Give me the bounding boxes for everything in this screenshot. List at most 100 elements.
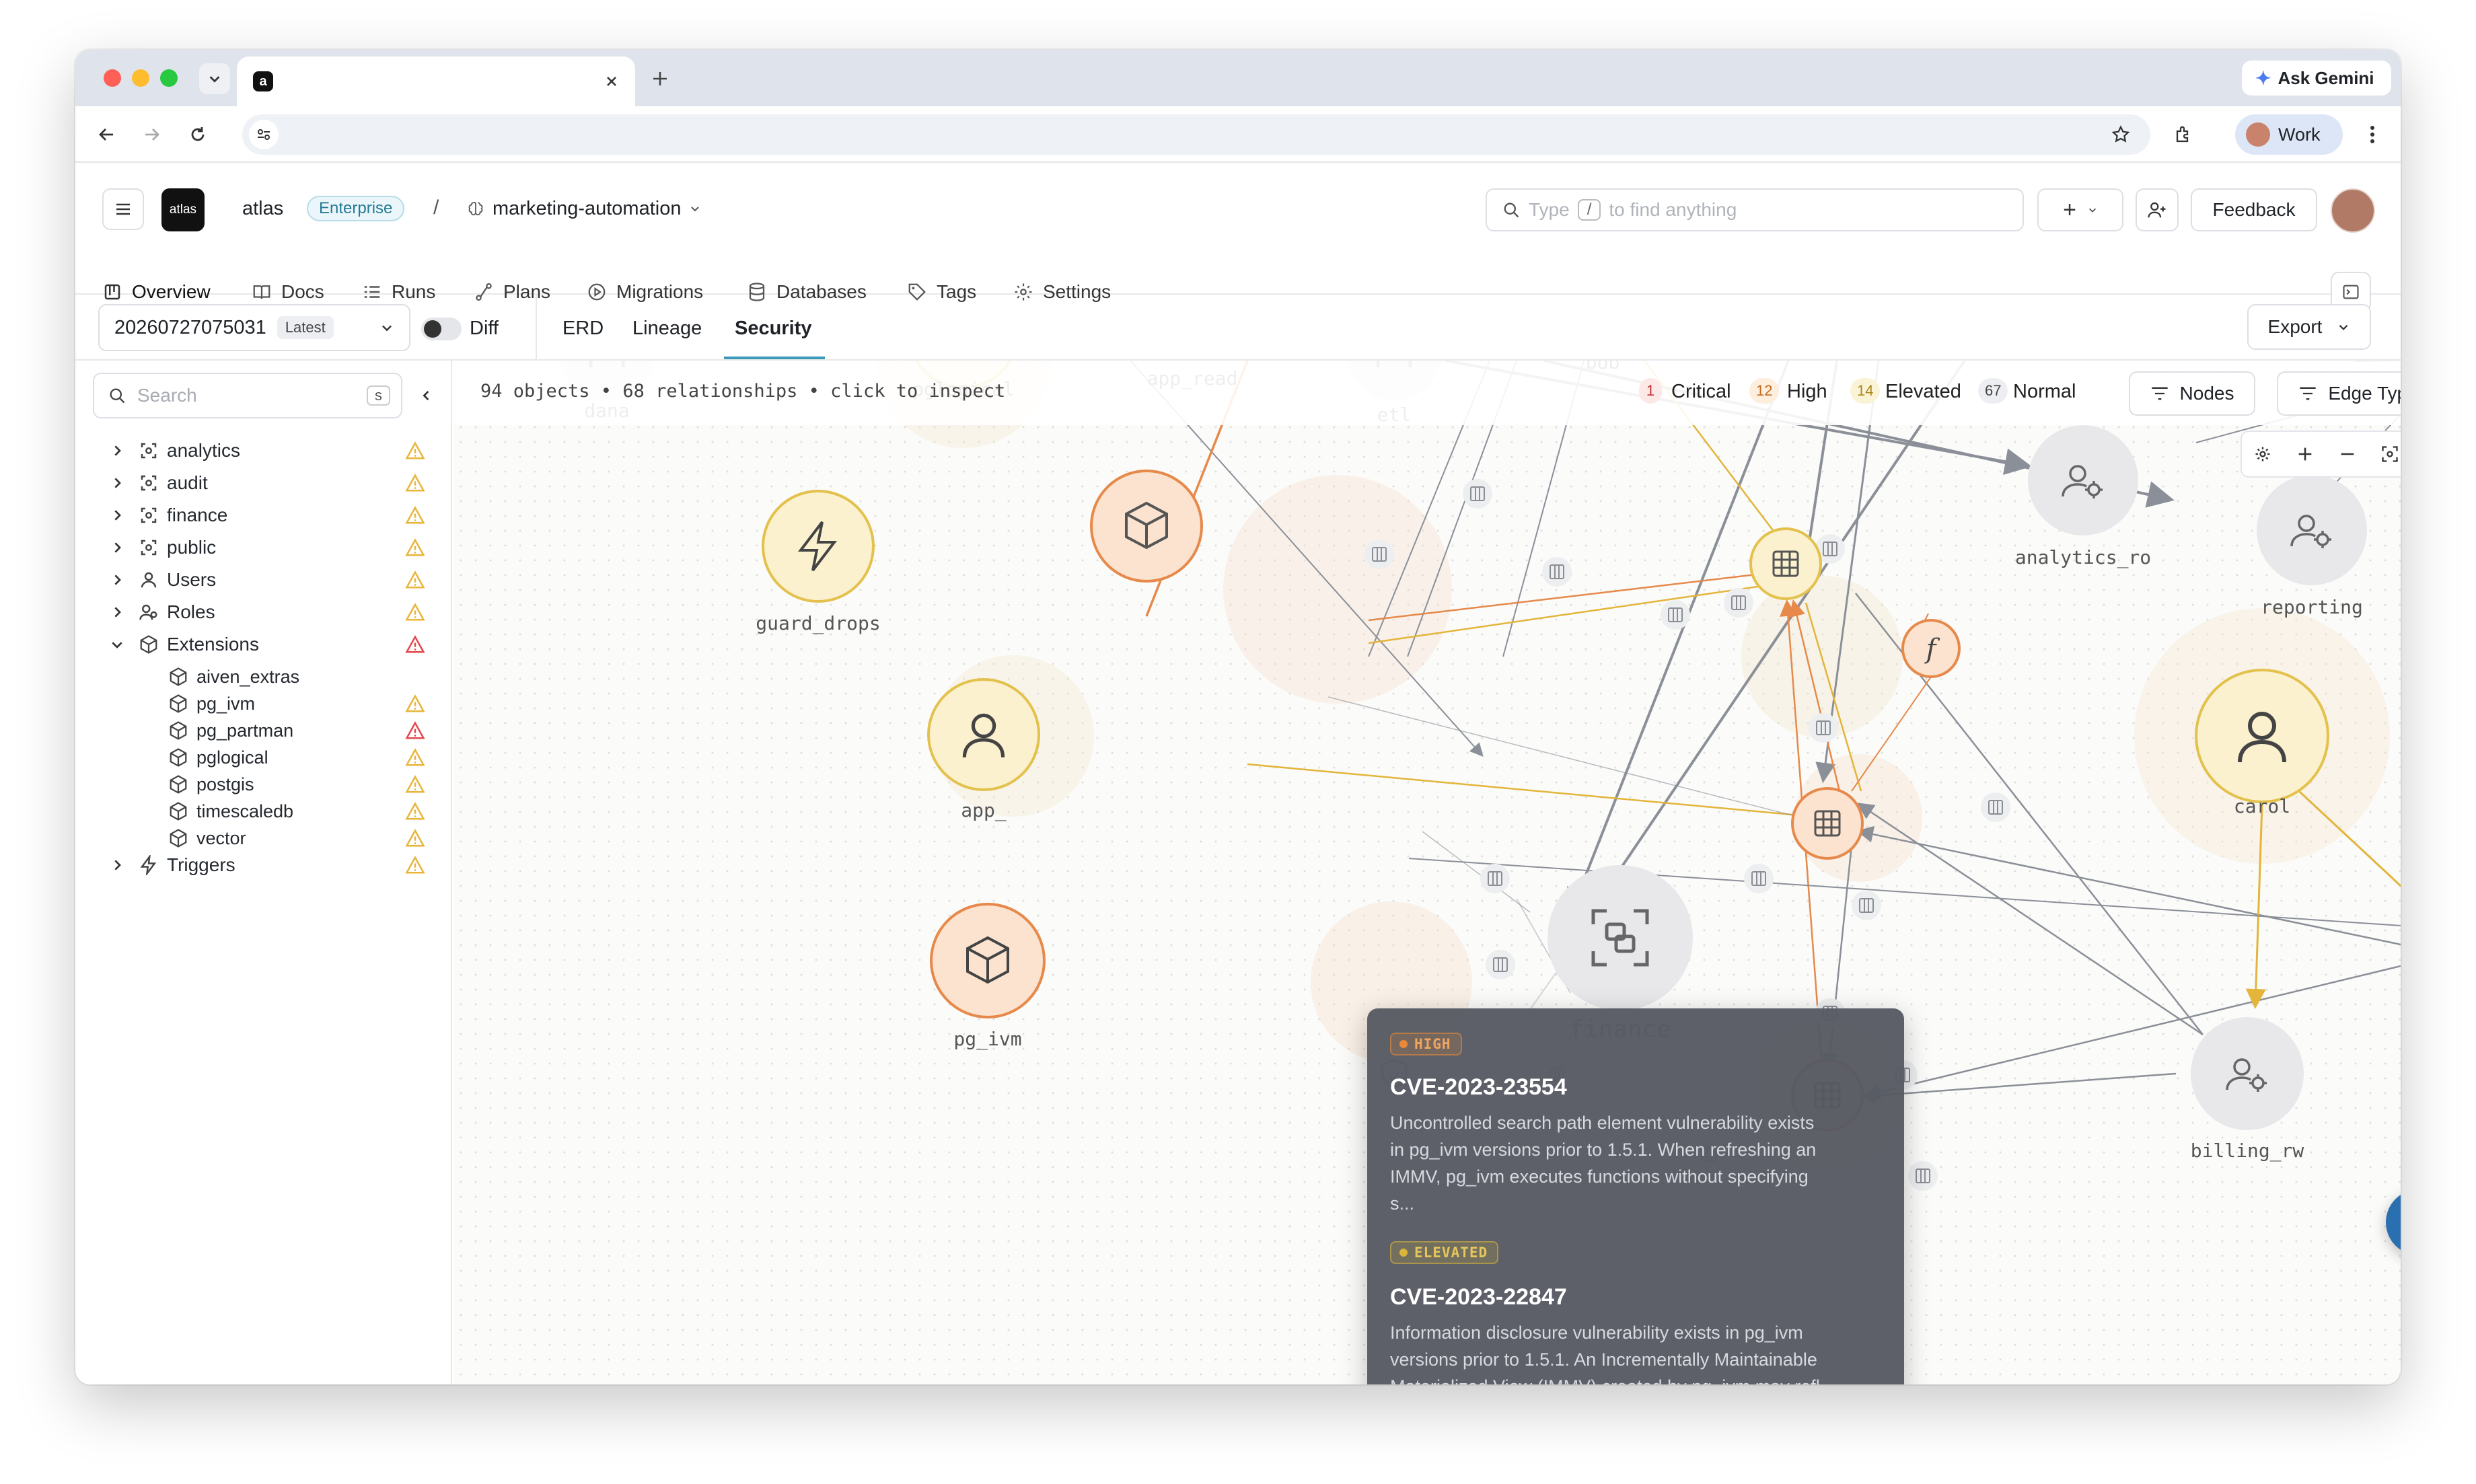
column-node[interactable] (1981, 792, 2010, 822)
forward-arrow-icon[interactable] (136, 118, 168, 151)
bookmark-star-icon[interactable] (2106, 120, 2136, 149)
project-selector[interactable]: marketing-automation (467, 194, 701, 223)
invite-user-button[interactable] (2136, 188, 2179, 231)
cve-id[interactable]: CVE-2023-22847 (1390, 1284, 1567, 1310)
tree-item-timescaledb[interactable]: timescaledb (75, 796, 452, 826)
cve-id[interactable]: CVE-2023-23554 (1390, 1074, 1567, 1101)
tab-erd[interactable]: ERD (562, 318, 604, 340)
tree-item-extensions[interactable]: Extensions (75, 630, 452, 659)
column-node[interactable] (1852, 891, 1881, 920)
close-tab-icon[interactable] (600, 70, 623, 93)
browser-tab-active[interactable]: a (237, 57, 635, 106)
tree-item-finance[interactable]: finance (75, 500, 452, 530)
tree-item-audit[interactable]: audit (75, 468, 452, 498)
chevron-down-icon (382, 325, 392, 332)
profile-label: Work (2278, 124, 2321, 145)
tab-search-chevron-icon[interactable] (199, 63, 230, 94)
tree-item-pg_partman[interactable]: pg_partman (75, 716, 452, 745)
browser-toolbar: Work (75, 106, 2401, 163)
tree-item-users[interactable]: Users (75, 565, 452, 595)
tree-item-triggers[interactable]: Triggers (75, 850, 452, 880)
chevron-right-icon[interactable] (109, 507, 125, 523)
security-graph-canvas[interactable]: danapglogicalapp_readetlbobpg_pguard_dro… (453, 361, 2401, 1384)
billing-rw-node[interactable]: billing_rw (2191, 1017, 2304, 1162)
pg-ivm-node[interactable]: pg_ivm (930, 903, 1046, 1051)
tree-item-pg_ivm[interactable]: pg_ivm (75, 689, 452, 718)
column-node[interactable] (1364, 540, 1394, 569)
global-search-input[interactable]: Type / to find anything (1486, 188, 2024, 231)
function-node[interactable]: f (1901, 619, 1961, 678)
maximize-window-button[interactable] (160, 69, 178, 87)
column-node[interactable] (1480, 864, 1510, 893)
high-count: 12 (1749, 378, 1780, 404)
version-selector[interactable]: 20260727075031 Latest (98, 304, 410, 351)
column-node[interactable] (1724, 588, 1753, 618)
tab-lineage[interactable]: Lineage (632, 318, 702, 340)
atlas-logo[interactable]: atlas (161, 188, 205, 231)
table-node-b[interactable] (1791, 787, 1864, 860)
tree-item-label: aiven_extras (196, 666, 300, 687)
nodes-filter-button[interactable]: Nodes (2129, 371, 2255, 416)
tree-search-input[interactable]: Search s (93, 373, 402, 418)
column-node[interactable] (1661, 600, 1690, 630)
column-node[interactable] (1463, 479, 1492, 509)
tree-item-aiven_extras[interactable]: aiven_extras (75, 662, 452, 692)
analytics-ro-node[interactable]: analytics_ro (2015, 425, 2151, 569)
address-bar[interactable] (242, 114, 2150, 155)
warning-icon (405, 721, 425, 739)
zoom-in-icon[interactable] (2285, 435, 2326, 474)
chevron-right-icon[interactable] (109, 572, 125, 588)
high-label[interactable]: High (1787, 381, 1827, 403)
back-arrow-icon[interactable] (90, 118, 122, 151)
new-tab-icon[interactable] (646, 65, 674, 93)
fit-view-icon[interactable] (2369, 435, 2401, 474)
user-avatar[interactable] (2331, 188, 2375, 233)
critical-label[interactable]: Critical (1671, 381, 1731, 403)
close-window-button[interactable] (104, 69, 121, 87)
tab-security[interactable]: Security (735, 318, 811, 340)
cve-description-line: Information disclosure vulnerability exi… (1390, 1323, 1803, 1343)
pkg-node-top[interactable] (1090, 470, 1203, 583)
schema-icon (141, 443, 157, 459)
column-node[interactable] (1908, 1161, 1938, 1191)
chevron-right-icon[interactable] (109, 475, 125, 491)
site-settings-icon[interactable] (249, 120, 279, 149)
table-node-a[interactable] (1749, 527, 1822, 600)
chevron-right-icon[interactable] (109, 604, 125, 620)
chevron-right-icon[interactable] (109, 443, 125, 459)
app-name[interactable]: atlas (242, 198, 283, 220)
tree-item-postgis[interactable]: postgis (75, 770, 452, 799)
extensions-puzzle-icon[interactable] (2168, 118, 2200, 151)
menu-toggle-button[interactable] (102, 188, 144, 230)
tree-item-roles[interactable]: Roles (75, 597, 452, 627)
collapse-sidebar-icon[interactable] (414, 383, 439, 408)
chevron-right-icon[interactable] (109, 540, 125, 556)
chevron-down-icon[interactable] (109, 636, 125, 653)
tree-item-vector[interactable]: vector (75, 823, 452, 853)
feedback-button[interactable]: Feedback (2191, 188, 2317, 231)
zoom-out-icon[interactable] (2327, 435, 2368, 474)
export-button[interactable]: Export (2247, 304, 2371, 350)
tree-item-label: Users (167, 569, 217, 590)
tree-item-analytics[interactable]: analytics (75, 436, 452, 466)
column-node[interactable] (1744, 864, 1774, 893)
diff-toggle[interactable] (421, 318, 462, 340)
browser-menu-icon[interactable] (2359, 118, 2386, 151)
column-node[interactable] (1809, 713, 1838, 743)
tree-item-pglogical[interactable]: pglogical (75, 743, 452, 772)
elevated-label[interactable]: Elevated (1885, 381, 1961, 403)
edge-types-filter-button[interactable]: Edge Types (2277, 371, 2401, 416)
guard-drops-node[interactable]: guard_drops (756, 490, 881, 635)
column-node[interactable] (1486, 950, 1515, 979)
minimize-window-button[interactable] (132, 69, 149, 87)
graph-settings-icon[interactable] (2243, 435, 2284, 474)
chevron-right-icon[interactable] (109, 857, 125, 873)
reload-icon[interactable] (182, 118, 214, 151)
profile-chip[interactable]: Work (2235, 114, 2343, 155)
reporting-node[interactable]: reporting (2257, 475, 2367, 618)
column-node[interactable] (1542, 557, 1572, 587)
create-new-button[interactable]: + (2037, 188, 2123, 231)
normal-label[interactable]: Normal (2013, 381, 2076, 403)
tree-item-public[interactable]: public (75, 533, 452, 562)
ask-gemini-button[interactable]: ✦ Ask Gemini (2242, 61, 2391, 96)
